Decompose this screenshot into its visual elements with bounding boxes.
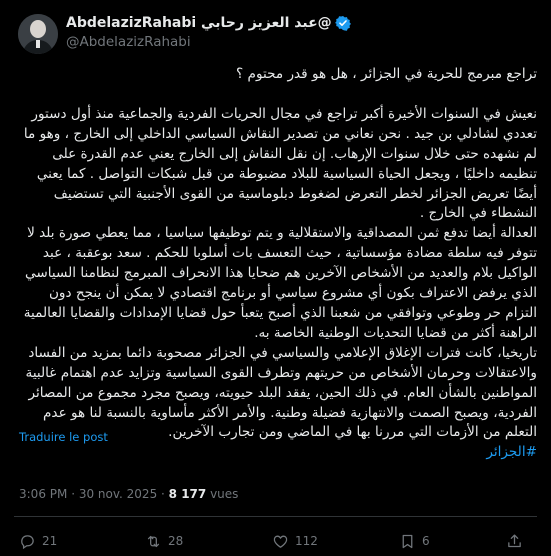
reply-count: 21 xyxy=(42,534,58,548)
repost-icon xyxy=(147,535,160,547)
heart-icon xyxy=(273,535,288,548)
avatar-image xyxy=(18,14,58,54)
avatar[interactable] xyxy=(18,14,58,54)
share-button[interactable] xyxy=(506,533,523,550)
post-paragraph-1: نعيش في السنوات الأخيرة أكبر تراجع في مج… xyxy=(19,105,537,222)
author-names: @عبد العزيز رحابي AbdelazizRahabi @Abdel… xyxy=(66,15,351,50)
post-title-line: تراجع مبرمج للحرية في الجزائر ، هل هو قد… xyxy=(236,66,537,82)
action-bar: 21 28 112 6 xyxy=(19,531,537,551)
bookmark-icon xyxy=(402,534,413,548)
repost-button[interactable]: 28 xyxy=(145,533,183,550)
post-time[interactable]: 3:06 PM xyxy=(19,487,67,501)
divider xyxy=(14,516,537,517)
post-header: @عبد العزيز رحابي AbdelazizRahabi @Abdel… xyxy=(16,12,537,54)
views-count: 8 177 xyxy=(168,487,207,501)
post-date[interactable]: 30 nov. 2025 xyxy=(79,487,157,501)
display-name-text[interactable]: @عبد العزيز رحابي AbdelazizRahabi xyxy=(66,15,332,31)
post-text: تراجع مبرمج للحرية في الجزائر ، هل هو قد… xyxy=(14,65,537,463)
post-detail: @عبد العزيز رحابي AbdelazizRahabi @Abdel… xyxy=(0,0,551,556)
reply-button[interactable]: 21 xyxy=(19,533,57,550)
post-paragraph-3: تاريخيا، كانت فترات الإغلاق الإعلامي وال… xyxy=(21,344,537,441)
author-handle[interactable]: @AbdelazizRahabi xyxy=(66,34,351,50)
verified-badge-icon xyxy=(334,16,351,31)
share-icon xyxy=(508,533,521,547)
reply-icon xyxy=(21,534,34,549)
repost-count: 28 xyxy=(168,534,184,548)
hashtag-link[interactable]: #الجزائر xyxy=(14,443,537,463)
bookmark-button[interactable]: 6 xyxy=(399,533,430,550)
post-paragraph-2: العدالة أيضا تدفع ثمن المصداقية والاستقل… xyxy=(19,225,537,341)
views-label: vues xyxy=(210,487,239,501)
like-count: 112 xyxy=(295,534,318,548)
author-display-name[interactable]: @عبد العزيز رحابي AbdelazizRahabi xyxy=(66,15,351,31)
like-button[interactable]: 112 xyxy=(272,533,318,550)
post-meta: 3:06 PM · 30 nov. 2025 · 8 177 vues xyxy=(19,487,239,501)
bookmark-count: 6 xyxy=(422,534,430,548)
translate-post-link[interactable]: Traduire le post xyxy=(19,430,108,444)
